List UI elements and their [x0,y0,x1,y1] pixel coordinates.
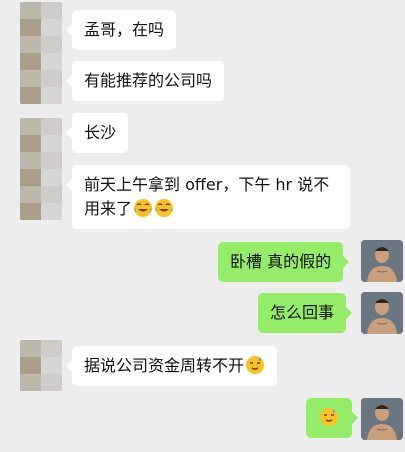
sweat-smile-emoji [246,356,265,374]
shirtless-man-avatar [361,398,403,440]
message-text: 据说公司资金周转不开 [84,356,245,375]
user-avatar[interactable] [361,240,403,282]
message-text-line-2: 用来了 [84,197,338,221]
message-bubble-outgoing[interactable]: 卧槽 真的假的 [218,242,350,282]
user-avatar[interactable] [361,398,403,440]
message-bubble-incoming[interactable]: 孟哥，在吗 [65,10,177,50]
message-bubble-incoming[interactable]: 长沙 [65,113,129,153]
message-bubble-outgoing[interactable] [306,398,358,438]
shirtless-man-avatar [361,240,403,282]
message-bubble-incoming[interactable]: 前天上午拿到 offer，下午 hr 说不 用来了 [66,165,350,229]
message-text: 怎么回事 [270,303,335,322]
message-text: 长沙 [84,123,117,142]
crying-laughing-emoji [155,199,174,217]
contact-avatar[interactable] [20,118,62,220]
crying-laughing-emoji [134,199,153,217]
message-bubble-incoming[interactable]: 据说公司资金周转不开 [65,346,278,386]
contact-avatar[interactable] [20,2,62,104]
contact-avatar[interactable] [20,340,62,398]
message-text: 卧槽 真的假的 [230,252,332,271]
message-text-line: 前天上午拿到 offer，下午 hr 说不 [84,175,330,194]
message-bubble-outgoing[interactable]: 怎么回事 [258,293,353,333]
shirtless-man-avatar [361,292,403,334]
message-bubble-incoming[interactable]: 有能推荐的公司吗 [65,61,225,101]
sweat-smile-emoji [320,408,338,426]
message-text: 用来了 [84,199,133,218]
message-text: 有能推荐的公司吗 [84,71,213,90]
user-avatar[interactable] [361,292,403,334]
message-text: 孟哥，在吗 [84,20,165,39]
